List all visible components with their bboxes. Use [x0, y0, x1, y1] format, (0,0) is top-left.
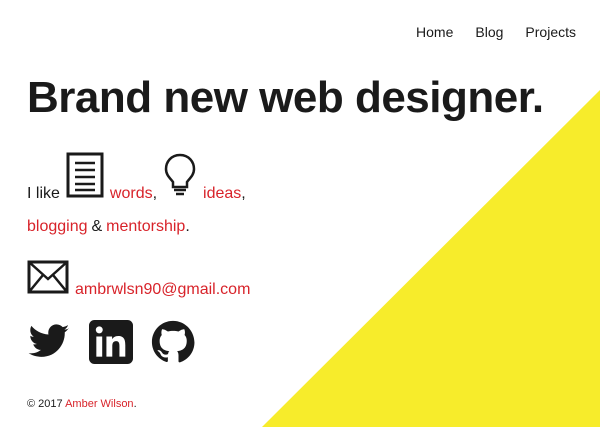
likes-comma-1: ,	[152, 185, 158, 202]
footer-period: .	[133, 398, 137, 410]
nav-projects-link[interactable]: Projects	[525, 24, 576, 40]
words-link[interactable]: words	[110, 185, 153, 203]
contact-line: ambrwlsn90@gmail.com	[27, 260, 250, 299]
envelope-icon	[27, 260, 69, 299]
blogging-link[interactable]: blogging	[27, 218, 88, 236]
author-link[interactable]: Amber Wilson	[65, 398, 133, 410]
ampersand: &	[91, 218, 103, 235]
copyright-text: © 2017	[27, 398, 63, 410]
lightbulb-icon	[163, 152, 197, 203]
linkedin-icon[interactable]	[89, 320, 133, 364]
likes-line: I like words , ideas ,	[27, 152, 246, 203]
likes-prefix: I like	[27, 185, 60, 202]
nav-home-link[interactable]: Home	[416, 24, 453, 40]
likes-period: .	[185, 218, 190, 235]
document-icon	[66, 152, 104, 203]
top-nav: Home Blog Projects	[416, 24, 576, 40]
likes-line-2: blogging & mentorship .	[27, 218, 190, 236]
email-link[interactable]: ambrwlsn90@gmail.com	[75, 281, 250, 299]
mentorship-link[interactable]: mentorship	[106, 218, 185, 236]
twitter-icon[interactable]	[27, 320, 71, 364]
nav-blog-link[interactable]: Blog	[475, 24, 503, 40]
ideas-link[interactable]: ideas	[203, 185, 241, 203]
github-icon[interactable]	[151, 320, 195, 364]
page-title: Brand new web designer.	[27, 73, 544, 122]
footer: © 2017 Amber Wilson.	[27, 398, 137, 410]
social-links	[27, 320, 195, 364]
likes-comma-2: ,	[241, 185, 246, 202]
